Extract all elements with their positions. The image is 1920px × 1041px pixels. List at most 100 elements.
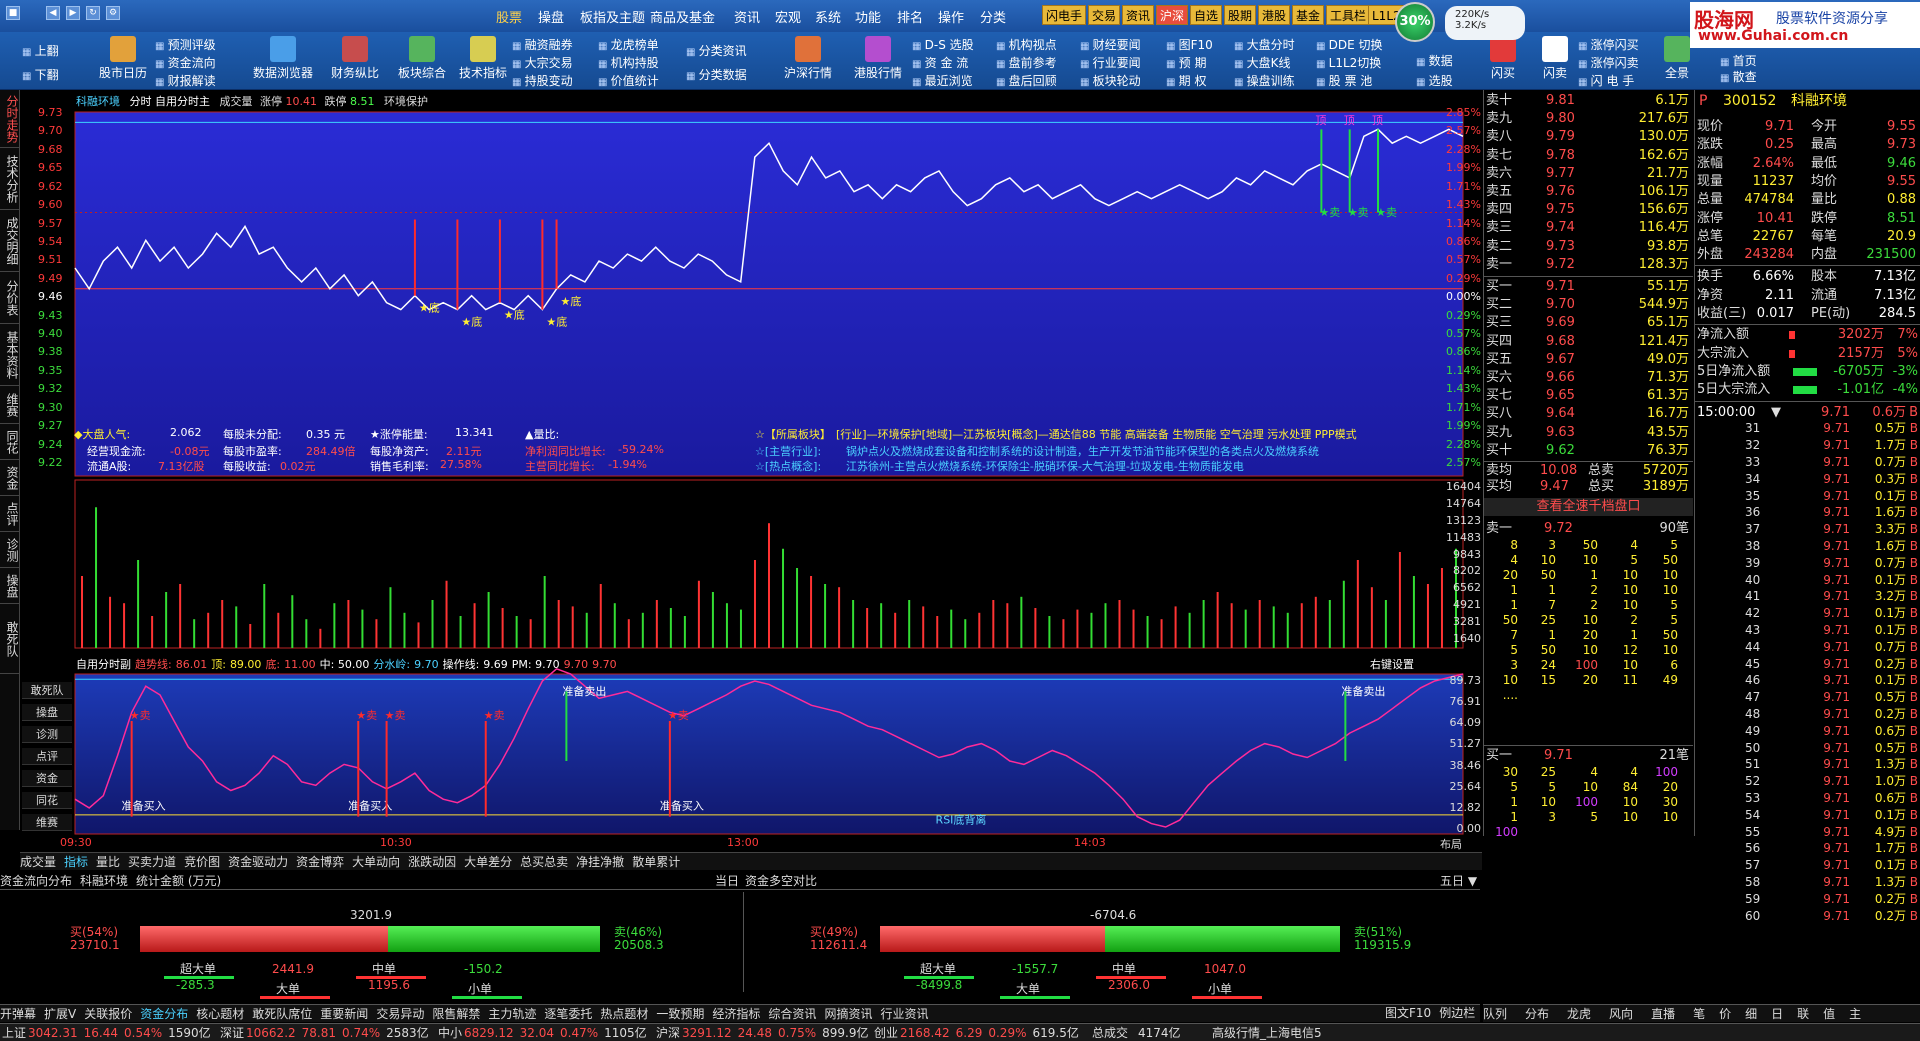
buy-level-row[interactable]: 买七 9.65 61.3万 — [1484, 387, 1693, 405]
small-tool-button-18[interactable]: 行业要闻 — [1080, 54, 1141, 71]
small-tool-button-32[interactable]: 涨停闪卖 — [1578, 54, 1639, 71]
quote-tab-7[interactable]: 细 — [1745, 1007, 1757, 1021]
buy-level-row[interactable]: 买一 9.71 55.1万 — [1484, 278, 1693, 296]
hot-tool-1[interactable]: 交易 — [1088, 5, 1121, 25]
indicator-side-tab-4[interactable]: 资金 — [22, 770, 72, 787]
back-icon[interactable]: ◀ — [46, 6, 60, 20]
quote-tab-9[interactable]: 联 — [1797, 1007, 1809, 1021]
bottom-tab-7[interactable]: 交易异动 — [376, 1007, 424, 1021]
small-tool-button-31[interactable]: 涨停闪买 — [1578, 36, 1639, 53]
index-item[interactable]: 中小 6829.12 32.04 0.47% 1105亿 — [438, 1024, 647, 1041]
small-tool-button-13[interactable]: 最近浏览 — [912, 72, 973, 89]
small-tool-button-14[interactable]: 机构视点 — [996, 36, 1057, 53]
right-tool-button-1[interactable]: 闪卖 — [1532, 36, 1578, 81]
big-tool-button-1[interactable]: 数据浏览器 — [250, 36, 316, 81]
left-tab-3[interactable]: 分价表 — [0, 272, 19, 324]
chart-tab-6[interactable]: 资金博弈 — [296, 855, 344, 869]
small-tool-button-7[interactable]: 机构持股 — [598, 54, 659, 71]
small-tool-button-27[interactable]: L1L2切换 — [1316, 54, 1382, 71]
settings-icon[interactable]: ⚙ — [106, 6, 120, 20]
bottom-tab-15[interactable]: 网摘资讯 — [824, 1007, 872, 1021]
quote-tab-8[interactable]: 日 — [1771, 1007, 1783, 1021]
quote-tab-1[interactable]: 分布 — [1525, 1007, 1549, 1021]
left-tab-0[interactable]: 分时走势 — [0, 90, 19, 148]
small-tool-button-3[interactable]: 融资融券 — [512, 36, 573, 53]
hot-tool-7[interactable]: 基金 — [1292, 5, 1325, 25]
chart-tab-8[interactable]: 涨跌动因 — [408, 855, 456, 869]
small-tool-button-19[interactable]: 板块轮动 — [1080, 72, 1141, 89]
small-tool-button-26[interactable]: DDE 切换 — [1316, 36, 1383, 53]
small-tool-button-33[interactable]: 闪 电 手 — [1578, 72, 1635, 89]
hot-tool-0[interactable]: 闪电手 — [1042, 5, 1087, 25]
left-tab-10[interactable]: 操盘 — [0, 568, 19, 604]
index-item[interactable]: 深证 10662.2 78.81 0.74% 2583亿 — [220, 1024, 429, 1041]
page-up-button[interactable]: 上翻 — [22, 42, 59, 59]
small-tool-button-2[interactable]: 财报解读 — [155, 72, 216, 89]
sell-level-row[interactable]: 卖五 9.76 106.1万 — [1484, 183, 1693, 201]
chart-tab-4[interactable]: 竞价图 — [184, 855, 220, 869]
today-tab[interactable]: 当日 — [715, 872, 739, 890]
right-tool-button-3[interactable]: 首页 — [1720, 52, 1757, 69]
hot-tool-5[interactable]: 股期 — [1224, 5, 1257, 25]
sell-level-row[interactable]: 卖十 9.81 6.1万 — [1484, 92, 1693, 110]
buy-level-row[interactable]: 买六 9.66 71.3万 — [1484, 369, 1693, 387]
chart-tab-0[interactable]: 成交量 — [20, 855, 56, 869]
small-tool-button-29[interactable]: 数据 — [1416, 52, 1453, 69]
buy-level-row[interactable]: 买九 9.63 43.5万 — [1484, 424, 1693, 442]
right-tool-button-0[interactable]: 闪买 — [1480, 36, 1526, 81]
indicator-side-tab-3[interactable]: 点评 — [22, 748, 72, 765]
small-tool-button-21[interactable]: 预 期 — [1166, 54, 1207, 71]
small-tool-button-1[interactable]: 资金流向 — [155, 54, 216, 71]
left-tab-1[interactable]: 技术分析 — [0, 148, 19, 210]
right-tool-button-4[interactable]: 散查 — [1720, 68, 1757, 85]
menu-item-0[interactable]: 股票 — [496, 7, 522, 26]
left-tab-8[interactable]: 点评 — [0, 496, 19, 532]
small-tool-button-28[interactable]: 股 票 池 — [1316, 72, 1373, 89]
index-item[interactable]: 创业 2168.42 6.29 0.29% 619.5亿 — [874, 1024, 1079, 1041]
menu-item-7[interactable]: 功能 — [855, 7, 881, 26]
menu-item-9[interactable]: 操作 — [938, 7, 964, 26]
small-tool-button-30[interactable]: 选股 — [1416, 72, 1453, 89]
sell-level-row[interactable]: 卖八 9.79 130.0万 — [1484, 128, 1693, 146]
bottom-tab-10[interactable]: 逐笔委托 — [544, 1007, 592, 1021]
left-tab-9[interactable]: 诊测 — [0, 532, 19, 568]
left-tab-5[interactable]: 维赛 — [0, 386, 19, 424]
bottom-tab-11[interactable]: 热点题材 — [600, 1007, 648, 1021]
chart-tab-2[interactable]: 量比 — [96, 855, 120, 869]
hot-tool-8[interactable]: 工具栏 — [1326, 5, 1371, 25]
bottom-right-tab-0[interactable]: 图文F10 — [1385, 1006, 1431, 1020]
buy-level-row[interactable]: 买二 9.70 544.9万 — [1484, 296, 1693, 314]
small-tool-button-25[interactable]: 操盘训练 — [1234, 72, 1295, 89]
sell-level-row[interactable]: 卖六 9.77 21.7万 — [1484, 165, 1693, 183]
small-tool-button-4[interactable]: 大宗交易 — [512, 54, 573, 71]
indicator-side-tab-6[interactable]: 维赛 — [22, 814, 72, 831]
chart-tab-3[interactable]: 买卖力道 — [128, 855, 176, 869]
small-tool-button-11[interactable]: D-S 选股 — [912, 36, 974, 53]
quote-tab-6[interactable]: 价 — [1719, 1007, 1731, 1021]
chart-tab-1[interactable]: 指标 — [64, 855, 88, 869]
small-tool-button-20[interactable]: 图F10 — [1166, 36, 1213, 53]
left-tab-6[interactable]: 同花 — [0, 424, 19, 460]
bottom-tab-1[interactable]: 扩展V — [44, 1007, 76, 1021]
indicator-side-tab-0[interactable]: 敢死队 — [22, 682, 72, 699]
big-tool-button-0[interactable]: 股市日历 — [90, 36, 156, 81]
menu-item-10[interactable]: 分类 — [980, 7, 1006, 26]
left-tab-11[interactable]: 敢死队 — [0, 604, 19, 674]
bottom-tab-3[interactable]: 资金分布 — [140, 1007, 188, 1021]
small-tool-button-6[interactable]: 龙虎榜单 — [598, 36, 659, 53]
sell-level-row[interactable]: 卖九 9.80 217.6万 — [1484, 110, 1693, 128]
chart-tab-12[interactable]: 散单累计 — [632, 855, 680, 869]
sell-level-row[interactable]: 卖四 9.75 156.6万 — [1484, 201, 1693, 219]
quote-tab-3[interactable]: 风向 — [1609, 1007, 1633, 1021]
chart-tab-7[interactable]: 大单动向 — [352, 855, 400, 869]
bottom-tab-14[interactable]: 综合资讯 — [768, 1007, 816, 1021]
page-down-button[interactable]: 下翻 — [22, 66, 59, 83]
index-item[interactable]: 沪深 3291.12 24.48 0.75% 899.9亿 — [656, 1024, 868, 1041]
quote-tab-10[interactable]: 值 — [1823, 1007, 1835, 1021]
buy-level-row[interactable]: 买五 9.67 49.0万 — [1484, 351, 1693, 369]
quote-tab-2[interactable]: 龙虎 — [1567, 1007, 1591, 1021]
right-click-settings[interactable]: 右键设置 — [1370, 656, 1414, 672]
quote-tab-0[interactable]: 队列 — [1483, 1007, 1507, 1021]
bottom-tab-0[interactable]: 开弹幕 — [0, 1007, 36, 1021]
small-tool-button-15[interactable]: 盘前参考 — [996, 54, 1057, 71]
